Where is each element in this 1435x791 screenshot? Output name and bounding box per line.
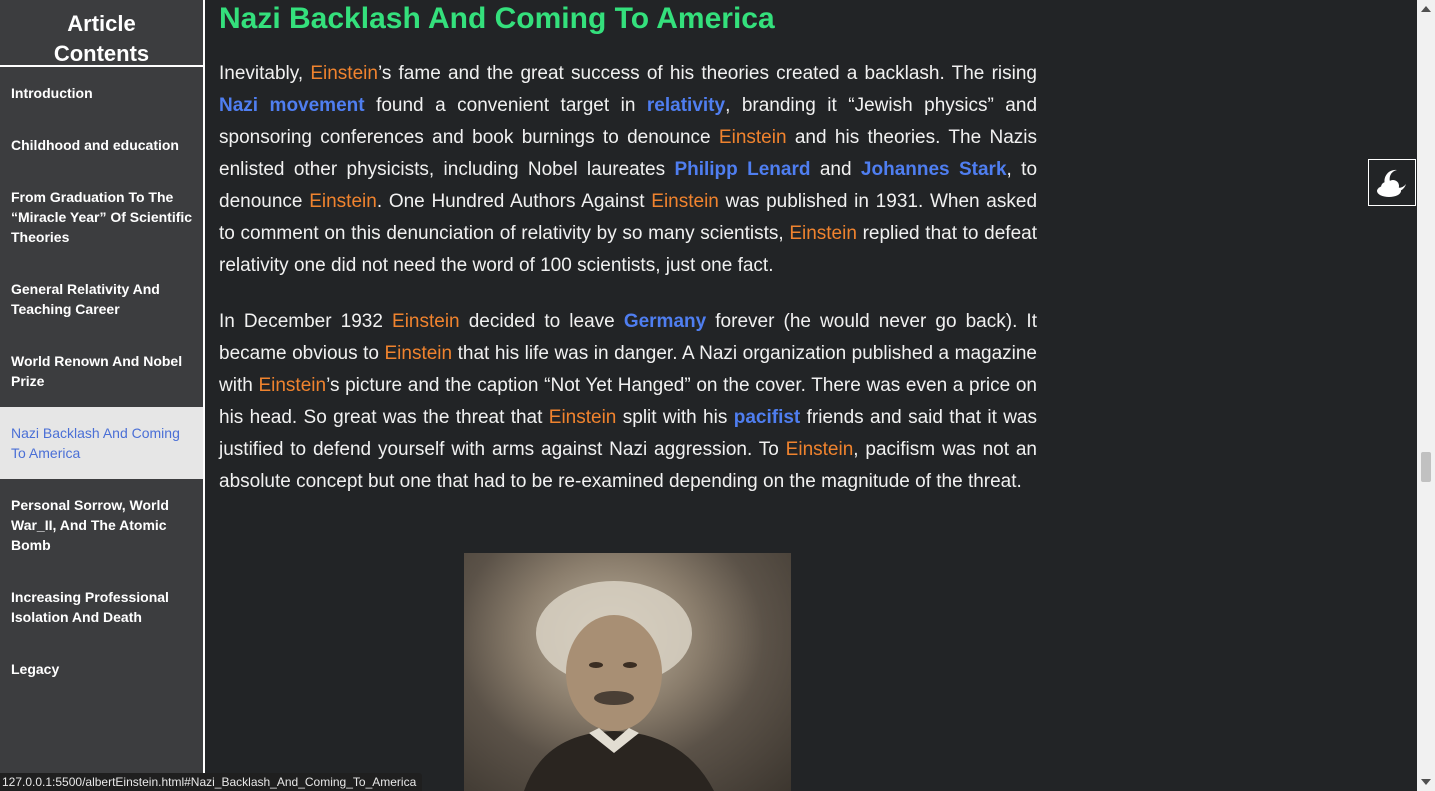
sidebar-item-9[interactable]: Legacy	[0, 643, 203, 695]
paragraph-text: split with his	[616, 407, 734, 428]
einstein-name-highlight: Einstein	[384, 343, 453, 364]
article-link[interactable]: relativity	[647, 95, 725, 116]
sidebar-item-7[interactable]: Personal Sorrow, World War_II, And The A…	[0, 479, 203, 571]
einstein-portrait-image	[464, 553, 791, 791]
einstein-name-highlight: Einstein	[310, 63, 378, 84]
paragraph-text: In December 1932	[219, 311, 393, 332]
sidebar-title: Article Contents	[0, 0, 203, 67]
article-link[interactable]: Nazi movement	[219, 95, 365, 116]
paragraph-1: Inevitably, Einstein’s fame and the grea…	[219, 58, 1037, 282]
sidebar-nav-list: Introduction Childhood and education From …	[0, 67, 203, 695]
article-contents-sidebar: Article Contents Introduction Childhood a…	[0, 0, 205, 791]
einstein-name-highlight: Einstein	[548, 407, 617, 428]
paragraph-text: . One Hundred Authors Against	[376, 191, 652, 212]
einstein-name-highlight: Einstein	[785, 439, 854, 460]
sidebar-item-6[interactable]: Nazi Backlash And Coming To America	[0, 407, 203, 479]
sidebar-item-1[interactable]: Introduction	[0, 67, 203, 119]
scroll-thumb[interactable]	[1421, 452, 1431, 482]
sidebar-item-2[interactable]: Childhood and education	[0, 119, 203, 171]
einstein-name-highlight: Einstein	[651, 191, 719, 212]
article-link[interactable]: Philipp Lenard	[674, 159, 810, 180]
einstein-name-highlight: Einstein	[789, 223, 857, 244]
article-main: Nazi Backlash And Coming To America Inev…	[205, 0, 1417, 791]
article-link[interactable]: Germany	[624, 311, 706, 332]
status-bar-url: 127.0.0.1:5500/albertEinstein.html#Nazi_…	[0, 773, 423, 791]
sidebar-item-8[interactable]: Increasing Professional Isolation And De…	[0, 571, 203, 643]
paragraph-text: found a convenient target in	[364, 95, 647, 116]
page-scrollbar[interactable]	[1417, 0, 1435, 791]
portrait-illustration	[524, 581, 714, 791]
sidebar-item-5[interactable]: World Renown And Nobel Prize	[0, 335, 203, 407]
sidebar-item-3[interactable]: From Graduation To The “Miracle Year” Of…	[0, 171, 203, 263]
article-link[interactable]: Johannes Stark	[861, 159, 1007, 180]
einstein-name-highlight: Einstein	[392, 311, 460, 332]
paragraph-text: ’s fame and the great success of his the…	[377, 63, 1037, 84]
einstein-name-highlight: Einstein	[309, 191, 377, 212]
theme-toggle-button[interactable]	[1368, 159, 1416, 206]
sidebar-title-line1: Article	[67, 11, 136, 36]
moon-cloud-icon	[1377, 169, 1406, 197]
scroll-up-icon[interactable]	[1421, 6, 1431, 12]
paragraph-2: In December 1932 Einstein decided to lea…	[219, 306, 1037, 498]
paragraph-text: decided to leave	[459, 311, 624, 332]
paragraph-text: and	[810, 159, 861, 180]
einstein-name-highlight: Einstein	[258, 375, 327, 396]
paragraph-text: Inevitably,	[219, 63, 311, 84]
sidebar-title-line2: Contents	[53, 41, 150, 66]
sidebar-item-4[interactable]: General Relativity And Teaching Career	[0, 263, 203, 335]
scroll-down-icon[interactable]	[1421, 779, 1431, 785]
einstein-name-highlight: Einstein	[718, 127, 787, 148]
article-link[interactable]: pacifist	[734, 407, 801, 428]
section-heading: Nazi Backlash And Coming To America	[219, 2, 775, 35]
